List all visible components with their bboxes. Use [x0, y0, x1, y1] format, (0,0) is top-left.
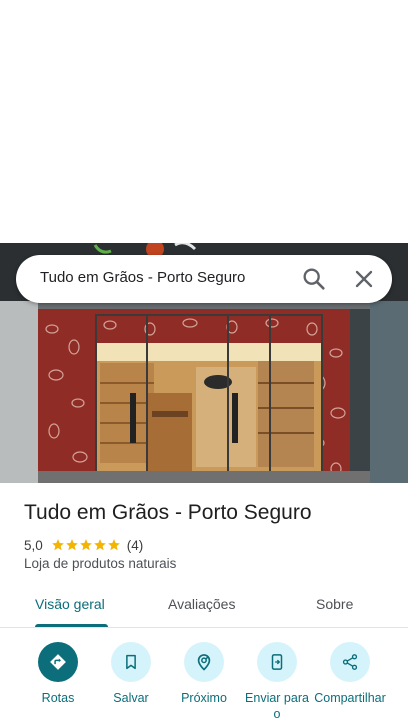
tab-about[interactable]: Sobre — [316, 596, 353, 612]
nearby-button-circle — [184, 642, 224, 682]
save-button-circle — [111, 642, 151, 682]
rating-row[interactable]: 5,0 (4) — [24, 536, 143, 554]
save-label: Salvar — [113, 691, 149, 705]
search-bar[interactable]: Tudo em Grãos - Porto Seguro — [16, 255, 392, 303]
star-icon — [107, 539, 120, 551]
send-to-phone-button[interactable]: Enviar para o — [237, 640, 317, 722]
place-tabs: Visão geral Avaliações Sobre — [0, 584, 408, 628]
close-icon — [355, 270, 373, 288]
send-to-phone-icon — [271, 654, 283, 670]
star-icon — [93, 539, 106, 551]
tab-reviews[interactable]: Avaliações — [168, 596, 235, 612]
clear-search-button[interactable] — [350, 265, 378, 293]
place-title: Tudo em Grãos - Porto Seguro — [24, 501, 312, 524]
rating-stars — [51, 538, 121, 552]
tab-overview[interactable]: Visão geral — [35, 596, 105, 612]
rating-value: 5,0 — [24, 537, 43, 553]
nearby-label: Próximo — [181, 691, 227, 705]
share-button-circle — [330, 642, 370, 682]
share-label: Compartilhar — [314, 691, 386, 705]
nearby-icon — [197, 654, 211, 671]
directions-button[interactable]: Rotas — [18, 640, 98, 706]
save-button[interactable]: Salvar — [91, 640, 171, 706]
directions-label: Rotas — [41, 691, 75, 705]
search-input[interactable]: Tudo em Grãos - Porto Seguro — [40, 269, 245, 286]
send-to-phone-button-circle — [257, 642, 297, 682]
nearby-button[interactable]: Próximo — [164, 640, 244, 706]
share-icon — [342, 654, 358, 670]
bookmark-icon — [126, 654, 136, 670]
place-category: Loja de produtos naturais — [24, 556, 177, 571]
send-to-phone-label: Enviar para o — [245, 691, 309, 721]
share-button[interactable]: Compartilhar — [310, 640, 390, 706]
star-icon — [79, 539, 92, 551]
action-bar: Rotas Salvar Próximo Enviar para o Compa… — [0, 640, 408, 726]
star-icon — [51, 539, 64, 551]
directions-icon — [50, 654, 66, 670]
review-count[interactable]: (4) — [127, 538, 144, 553]
directions-button-circle — [38, 642, 78, 682]
active-tab-indicator — [35, 624, 108, 627]
star-icon — [65, 539, 78, 551]
search-button[interactable] — [300, 265, 328, 293]
search-icon — [303, 268, 325, 290]
